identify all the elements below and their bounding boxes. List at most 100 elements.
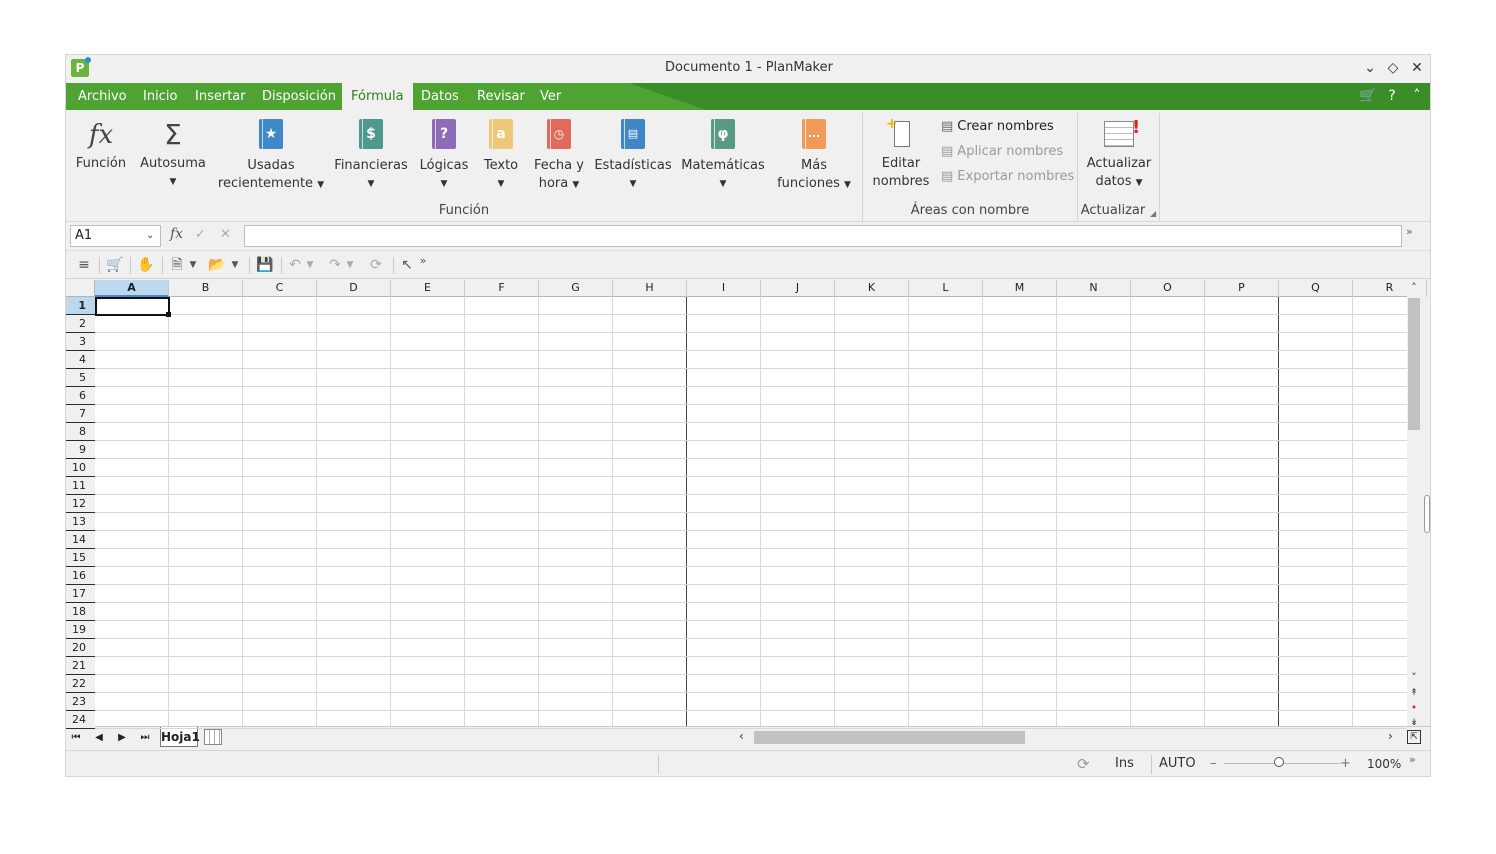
actualizar-datos-button[interactable]: ! Actualizar datos ▼ — [1082, 115, 1156, 192]
column-header-m[interactable]: M — [983, 280, 1057, 297]
close-icon[interactable]: ✕ — [1407, 58, 1427, 78]
row-header-21[interactable]: 21 — [66, 657, 95, 675]
spreadsheet-grid[interactable] — [66, 280, 1407, 726]
menu-disposicion[interactable]: Disposición — [253, 83, 345, 110]
sheet-tab-hoja1[interactable]: Hoja1 — [160, 727, 200, 747]
red-dot-icon[interactable]: • — [1407, 701, 1421, 715]
previous-page-icon[interactable]: ↟ — [1407, 686, 1421, 700]
row-header-22[interactable]: 22 — [66, 675, 95, 693]
help-icon[interactable]: ? — [1382, 86, 1402, 106]
chevron-down-icon[interactable]: ▼ — [187, 254, 199, 276]
minimize-icon[interactable]: ⌄ — [1360, 58, 1380, 78]
column-header-p[interactable]: P — [1205, 280, 1279, 297]
column-header-k[interactable]: K — [835, 280, 909, 297]
overflow-chevron-icon[interactable]: » — [1406, 225, 1413, 238]
column-header-r[interactable]: R — [1353, 280, 1427, 297]
scroll-right-icon[interactable]: › — [1388, 729, 1393, 743]
column-header-e[interactable]: E — [391, 280, 465, 297]
zoom-level[interactable]: 100% — [1367, 755, 1401, 773]
row-header-16[interactable]: 16 — [66, 567, 95, 585]
overflow-chevron-icon[interactable]: » — [1409, 751, 1416, 769]
column-header-o[interactable]: O — [1131, 280, 1205, 297]
insert-mode[interactable]: Ins — [1115, 755, 1134, 773]
menu-formula[interactable]: Fórmula — [342, 83, 413, 110]
zoom-out-icon[interactable]: – — [1210, 755, 1217, 773]
row-header-7[interactable]: 7 — [66, 405, 95, 423]
vertical-scroll-thumb[interactable] — [1408, 298, 1420, 430]
new-document-icon[interactable]: 🗎 — [167, 254, 187, 276]
row-header-10[interactable]: 10 — [66, 459, 95, 477]
select-all-corner[interactable] — [66, 280, 95, 297]
column-header-b[interactable]: B — [169, 280, 243, 297]
column-header-f[interactable]: F — [465, 280, 539, 297]
row-header-2[interactable]: 2 — [66, 315, 95, 333]
menu-inicio[interactable]: Inicio — [134, 83, 186, 110]
row-header-1[interactable]: 1 — [66, 297, 95, 315]
menu-insertar[interactable]: Insertar — [186, 83, 255, 110]
row-header-19[interactable]: 19 — [66, 621, 95, 639]
matematicas-button[interactable]: φ Matemáticas ▼ — [680, 115, 766, 193]
row-header-15[interactable]: 15 — [66, 549, 95, 567]
chevron-down-icon[interactable]: ⌄ — [146, 225, 160, 247]
estadisticas-button[interactable]: ▤ Estadísticas ▼ — [594, 115, 672, 193]
column-header-d[interactable]: D — [317, 280, 391, 297]
menu-datos[interactable]: Datos — [412, 83, 468, 110]
row-header-9[interactable]: 9 — [66, 441, 95, 459]
hand-icon[interactable]: ✋ — [136, 254, 156, 276]
mas-funciones-button[interactable]: ... Más funciones ▼ — [774, 115, 854, 194]
cancel-icon[interactable]: ✕ — [220, 227, 231, 242]
check-icon[interactable]: ✓ — [195, 227, 206, 242]
column-header-j[interactable]: J — [761, 280, 835, 297]
add-sheet-icon[interactable] — [204, 729, 222, 745]
pointer-icon[interactable]: ↖ — [398, 254, 416, 276]
menu-ver[interactable]: Ver — [531, 83, 570, 110]
horizontal-scroll-thumb[interactable] — [754, 731, 1025, 744]
funcion-button[interactable]: fx Función — [72, 115, 130, 173]
usadas-button[interactable]: ★ Usadas recientemente ▼ — [216, 115, 326, 194]
sync-icon[interactable]: ⟳ — [1077, 755, 1090, 773]
autosuma-button[interactable]: Σ Autosuma ▼ — [138, 115, 208, 191]
formula-input[interactable] — [244, 225, 1402, 247]
zoom-slider-knob[interactable] — [1274, 757, 1284, 767]
exportar-nombres-button[interactable]: ▤ Exportar nombres — [941, 167, 1074, 187]
cart-icon[interactable]: 🛒 — [1358, 86, 1378, 106]
menu-icon[interactable]: ≡ — [74, 254, 94, 276]
split-handle[interactable] — [1424, 495, 1430, 533]
calc-mode[interactable]: AUTO — [1159, 755, 1196, 773]
last-sheet-icon[interactable]: ⏭ — [135, 730, 155, 746]
financieras-button[interactable]: $ Financieras ▼ — [334, 115, 408, 193]
active-cell-cursor[interactable] — [95, 297, 170, 316]
fx-icon[interactable]: fx — [170, 226, 183, 242]
overflow-chevron-icon[interactable]: » — [416, 254, 430, 276]
zoom-in-icon[interactable]: + — [1340, 755, 1351, 773]
column-header-g[interactable]: G — [539, 280, 613, 297]
row-header-24[interactable]: 24 — [66, 711, 95, 729]
crear-nombres-button[interactable]: ▤ Crear nombres — [941, 117, 1054, 137]
cart-icon[interactable]: 🛒 — [104, 254, 126, 276]
texto-button[interactable]: a Texto ▼ — [478, 115, 524, 193]
row-header-12[interactable]: 12 — [66, 495, 95, 513]
row-header-6[interactable]: 6 — [66, 387, 95, 405]
maximize-icon[interactable]: ◇ — [1383, 58, 1403, 78]
column-header-i[interactable]: I — [687, 280, 761, 297]
column-header-c[interactable]: C — [243, 280, 317, 297]
first-sheet-icon[interactable]: ⏮ — [66, 730, 86, 746]
save-icon[interactable]: 💾 — [254, 254, 276, 276]
next-sheet-icon[interactable]: ▶ — [112, 730, 132, 746]
column-header-h[interactable]: H — [613, 280, 687, 297]
row-header-3[interactable]: 3 — [66, 333, 95, 351]
chevron-down-icon[interactable]: ▼ — [229, 254, 241, 276]
open-folder-icon[interactable]: 📂 — [206, 254, 228, 276]
chevron-down-icon[interactable]: ▼ — [304, 254, 316, 276]
prev-sheet-icon[interactable]: ◀ — [89, 730, 109, 746]
row-header-4[interactable]: 4 — [66, 351, 95, 369]
column-header-q[interactable]: Q — [1279, 280, 1353, 297]
row-header-20[interactable]: 20 — [66, 639, 95, 657]
repeat-icon[interactable]: ⟳ — [366, 254, 386, 276]
undo-icon[interactable]: ↶ — [286, 254, 304, 276]
aplicar-nombres-button[interactable]: ▤ Aplicar nombres — [941, 142, 1063, 162]
menu-revisar[interactable]: Revisar — [468, 83, 534, 110]
column-header-n[interactable]: N — [1057, 280, 1131, 297]
dialog-launcher-icon[interactable]: ◢ — [1150, 209, 1156, 218]
chevron-down-icon[interactable]: ▼ — [344, 254, 356, 276]
